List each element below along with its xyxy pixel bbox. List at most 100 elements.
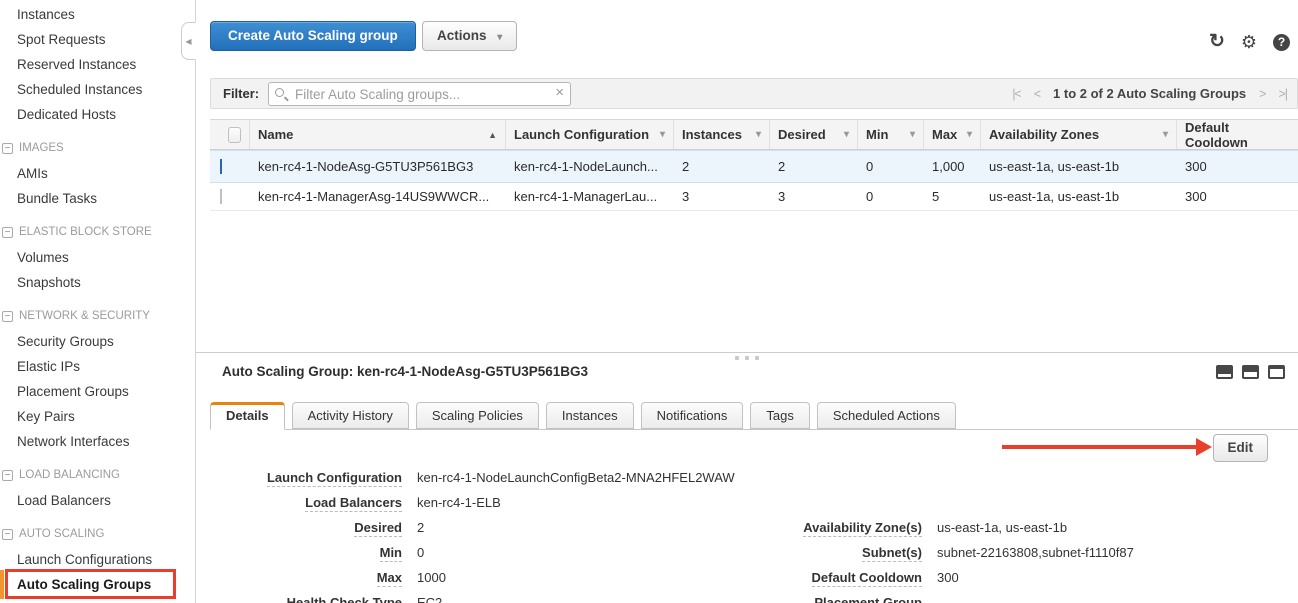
column-label: Name <box>258 127 293 142</box>
details-fields-left: Launch Configuration ken-rc4-1-NodeLaunc… <box>262 470 735 603</box>
column-header-availability-zones[interactable]: Availability Zones ▾ <box>981 120 1177 149</box>
row-checkbox[interactable] <box>220 159 222 174</box>
actions-dropdown-button[interactable]: Actions ▾ <box>422 21 517 51</box>
column-label: Desired <box>778 127 826 142</box>
sidebar-item-scheduled-instances[interactable]: Scheduled Instances <box>0 77 195 102</box>
column-header-launch-configuration[interactable]: Launch Configuration ▾ <box>506 120 674 149</box>
first-page-button[interactable]: |< <box>1012 87 1021 101</box>
field-value: 1000 <box>417 570 446 585</box>
tab-tags[interactable]: Tags <box>750 402 809 429</box>
sidebar-item-network-interfaces[interactable]: Network Interfaces <box>0 429 195 454</box>
cell-min: 0 <box>858 159 924 174</box>
cell-min: 0 <box>858 189 924 204</box>
sidebar-section-elastic-block-store: − ELASTIC BLOCK STORE <box>0 220 195 245</box>
help-button[interactable]: ? <box>1273 34 1290 51</box>
field-label: Health Check Type <box>262 595 402 603</box>
tab-instances[interactable]: Instances <box>546 402 634 429</box>
sidebar-item-elastic-ips[interactable]: Elastic IPs <box>0 354 195 379</box>
create-auto-scaling-group-button[interactable]: Create Auto Scaling group <box>210 21 416 51</box>
sidebar-item-key-pairs[interactable]: Key Pairs <box>0 404 195 429</box>
clear-filter-icon[interactable]: × <box>555 84 564 101</box>
sidebar-collapse-button[interactable]: ◀ <box>181 22 196 60</box>
field-label: Load Balancers <box>262 495 402 510</box>
column-header-min[interactable]: Min ▾ <box>858 120 924 149</box>
edit-button[interactable]: Edit <box>1213 434 1269 462</box>
filter-search-input[interactable] <box>268 82 571 106</box>
field-label: Availability Zone(s) <box>764 520 922 535</box>
field-label: Min <box>262 545 402 560</box>
field-max: Max 1000 <box>262 570 735 595</box>
checkbox-cell <box>210 189 250 204</box>
column-label: Launch Configuration <box>514 127 649 142</box>
pane-split-icon[interactable] <box>1242 365 1259 379</box>
select-all-cell <box>210 120 250 149</box>
sort-chevron-icon: ▾ <box>1163 129 1168 140</box>
sidebar-item-snapshots[interactable]: Snapshots <box>0 270 195 295</box>
column-header-desired[interactable]: Desired ▾ <box>770 120 858 149</box>
field-launch-configuration: Launch Configuration ken-rc4-1-NodeLaunc… <box>262 470 735 495</box>
tab-details[interactable]: Details <box>210 402 285 430</box>
sort-chevron-icon: ▾ <box>660 129 665 140</box>
column-label: Availability Zones <box>989 127 1099 142</box>
refresh-button[interactable]: ↻ <box>1209 33 1225 51</box>
section-header-label: ELASTIC BLOCK STORE <box>19 220 152 245</box>
sidebar-item-dedicated-hosts[interactable]: Dedicated Hosts <box>0 102 195 127</box>
cell-launch-configuration: ken-rc4-1-ManagerLau... <box>506 189 674 204</box>
select-all-checkbox[interactable] <box>228 127 241 143</box>
sidebar-item-auto-scaling-groups[interactable]: Auto Scaling Groups <box>0 572 195 597</box>
last-page-button[interactable]: >| <box>1278 87 1287 101</box>
tab-notifications[interactable]: Notifications <box>641 402 744 429</box>
pane-minimize-icon[interactable] <box>1216 365 1233 379</box>
collapse-section-icon[interactable]: − <box>2 311 13 322</box>
collapse-section-icon[interactable]: − <box>2 227 13 238</box>
next-page-button[interactable]: > <box>1259 87 1265 101</box>
sidebar-item-reserved-instances[interactable]: Reserved Instances <box>0 52 195 77</box>
tab-activity-history[interactable]: Activity History <box>292 402 409 429</box>
pane-resize-handle[interactable] <box>735 356 759 360</box>
table-row[interactable]: ken-rc4-1-NodeAsg-G5TU3P561BG3 ken-rc4-1… <box>210 150 1298 183</box>
column-label: Default Cooldown <box>1185 120 1290 150</box>
column-header-name[interactable]: Name ▲ <box>250 120 506 149</box>
pane-layout-controls <box>1216 365 1285 379</box>
gear-icon[interactable]: ⚙ <box>1241 33 1257 51</box>
field-value: 300 <box>937 570 959 585</box>
sidebar-item-security-groups[interactable]: Security Groups <box>0 329 195 354</box>
cell-desired: 2 <box>770 159 858 174</box>
field-value: ken-rc4-1-NodeLaunchConfigBeta2-MNA2HFEL… <box>417 470 735 485</box>
table-row[interactable]: ken-rc4-1-ManagerAsg-14US9WWCR... ken-rc… <box>210 183 1298 211</box>
field-label: Subnet(s) <box>764 545 922 560</box>
prev-page-button[interactable]: < <box>1034 87 1040 101</box>
column-header-instances[interactable]: Instances ▾ <box>674 120 770 149</box>
sidebar-item-volumes[interactable]: Volumes <box>0 245 195 270</box>
sidebar-item-amis[interactable]: AMIs <box>0 161 195 186</box>
sidebar-item-load-balancers[interactable]: Load Balancers <box>0 488 195 513</box>
collapse-section-icon[interactable]: − <box>2 529 13 540</box>
pane-maximize-icon[interactable] <box>1268 365 1285 379</box>
sidebar-item-placement-groups[interactable]: Placement Groups <box>0 379 195 404</box>
cell-desired: 3 <box>770 189 858 204</box>
field-placement-group: Placement Group <box>764 595 1134 603</box>
tab-scaling-policies[interactable]: Scaling Policies <box>416 402 539 429</box>
sidebar-item-bundle-tasks[interactable]: Bundle Tasks <box>0 186 195 211</box>
pagination: |< < 1 to 2 of 2 Auto Scaling Groups > >… <box>1012 79 1287 108</box>
sidebar-item-instances[interactable]: Instances <box>0 2 195 27</box>
column-header-default-cooldown[interactable]: Default Cooldown <box>1177 120 1298 149</box>
detail-tabs: Details Activity History Scaling Policie… <box>210 402 956 430</box>
collapse-section-icon[interactable]: − <box>2 143 13 154</box>
dot <box>755 356 759 360</box>
field-desired: Desired 2 <box>262 520 735 545</box>
field-availability-zones: Availability Zone(s) us-east-1a, us-east… <box>764 520 1134 545</box>
tab-scheduled-actions[interactable]: Scheduled Actions <box>817 402 956 429</box>
selected-indicator-bar <box>0 570 4 599</box>
column-header-max[interactable]: Max ▾ <box>924 120 981 149</box>
cell-instances: 2 <box>674 159 770 174</box>
table-header-row: Name ▲ Launch Configuration ▾ Instances … <box>210 119 1298 150</box>
cell-default-cooldown: 300 <box>1177 189 1298 204</box>
cell-name: ken-rc4-1-ManagerAsg-14US9WWCR... <box>250 189 506 204</box>
collapse-section-icon[interactable]: − <box>2 470 13 481</box>
sort-chevron-icon: ▾ <box>967 129 972 140</box>
row-checkbox[interactable] <box>220 189 222 204</box>
cell-name: ken-rc4-1-NodeAsg-G5TU3P561BG3 <box>250 159 506 174</box>
sidebar-item-spot-requests[interactable]: Spot Requests <box>0 27 195 52</box>
sidebar-item-launch-configurations[interactable]: Launch Configurations <box>0 547 195 572</box>
